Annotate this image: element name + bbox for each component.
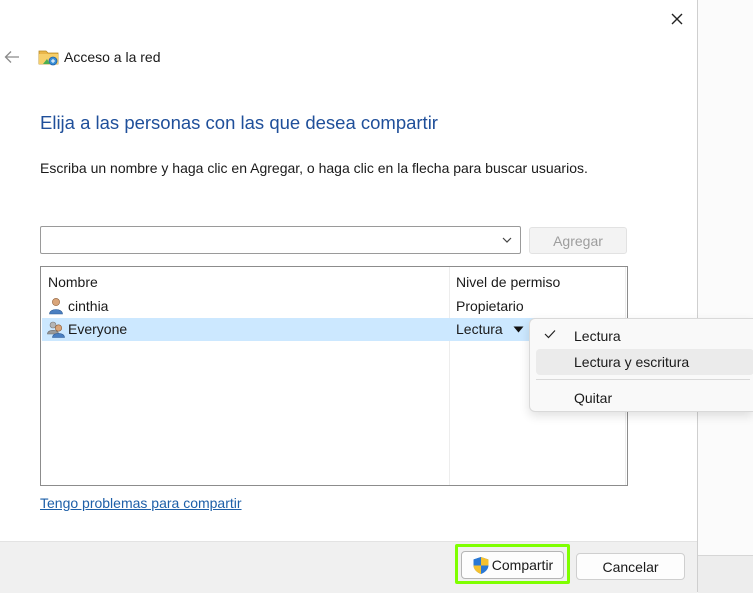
network-share-icon (38, 50, 59, 66)
checkmark-icon (544, 330, 556, 339)
menu-item-lectura[interactable]: Lectura (536, 323, 753, 349)
menu-separator (536, 379, 750, 380)
row-permission: Propietario (456, 298, 524, 314)
users-group-icon (47, 321, 65, 338)
close-icon (671, 13, 683, 25)
caret-down-icon[interactable] (513, 326, 524, 333)
row-name: Everyone (68, 321, 128, 337)
user-name-input[interactable] (41, 227, 496, 253)
sharing-help-link[interactable]: Tengo problemas para compartir (40, 495, 242, 511)
add-button[interactable]: Agregar (529, 227, 627, 254)
close-button[interactable] (660, 6, 694, 32)
menu-item-label: Lectura (574, 328, 621, 344)
column-header-name[interactable]: Nombre (48, 274, 98, 290)
instruction-text: Escriba un nombre y haga clic en Agregar… (40, 160, 588, 176)
user-icon (49, 298, 63, 315)
arrow-left-icon (4, 51, 19, 63)
table-row[interactable]: cinthia Propietario (42, 295, 626, 318)
menu-item-label: Lectura y escritura (574, 354, 690, 370)
chevron-down-icon (502, 237, 512, 243)
cancel-button[interactable]: Cancelar (576, 553, 685, 580)
uac-shield-icon (473, 556, 489, 574)
user-dropdown-button[interactable] (496, 228, 518, 252)
window-title: Acceso a la red (64, 49, 161, 65)
row-permission[interactable]: Lectura (456, 321, 503, 337)
back-button[interactable] (1, 45, 23, 69)
background-window (698, 0, 753, 592)
page-heading: Elija a las personas con las que desea c… (40, 112, 438, 133)
background-window-footer (698, 555, 753, 593)
menu-item-quitar[interactable]: Quitar (536, 385, 753, 411)
share-button-label: Compartir (491, 557, 554, 573)
permission-menu: Lectura Lectura y escritura Quitar (529, 318, 753, 412)
column-header-permission[interactable]: Nivel de permiso (456, 274, 560, 290)
share-button[interactable]: Compartir (461, 551, 564, 579)
menu-item-label: Quitar (574, 390, 613, 406)
share-dialog: Acceso a la red Elija a las personas con… (0, 0, 698, 593)
user-combobox[interactable] (40, 226, 521, 254)
row-name: cinthia (68, 298, 109, 314)
menu-item-lectura-escritura[interactable]: Lectura y escritura (536, 349, 753, 375)
